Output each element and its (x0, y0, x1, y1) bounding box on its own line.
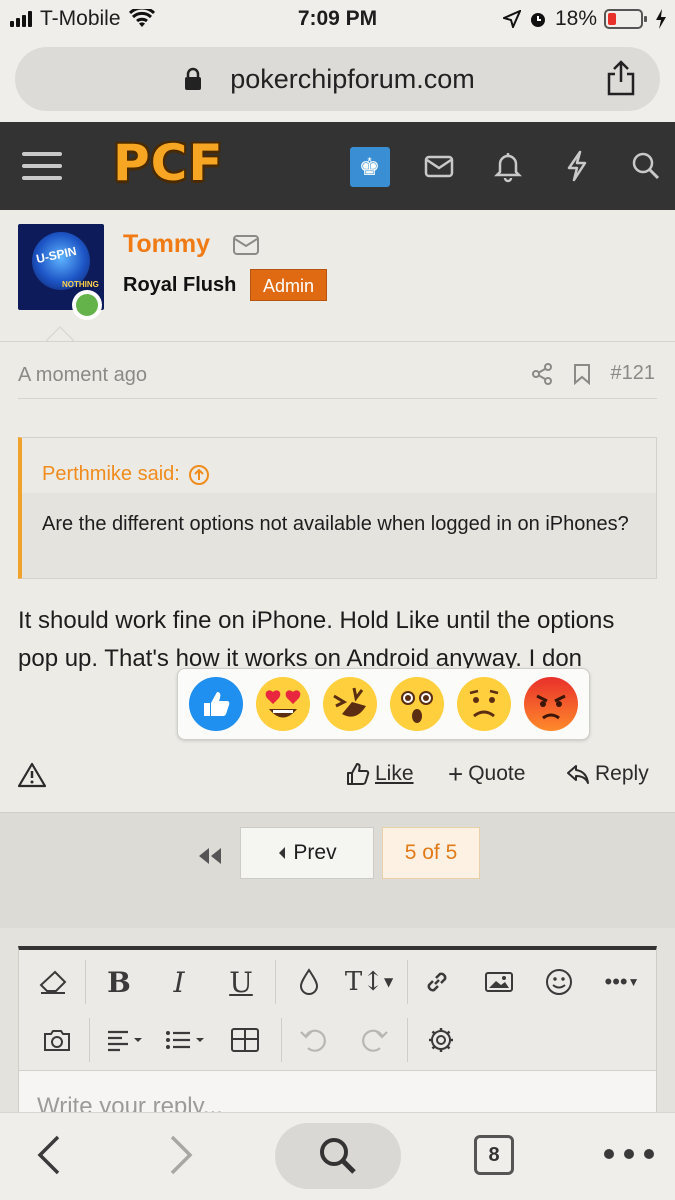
bold-icon[interactable]: B (99, 962, 139, 1002)
location-icon (502, 10, 521, 28)
charging-icon (656, 9, 666, 29)
reply-label[interactable]: Reply (595, 762, 649, 786)
sad-reaction-icon[interactable] (456, 676, 512, 732)
divider (0, 341, 675, 342)
haha-reaction-icon[interactable] (322, 676, 378, 732)
angry-reaction-icon[interactable] (523, 676, 579, 732)
reply-button[interactable]: Reply (566, 762, 649, 786)
like-label[interactable]: Like (375, 762, 414, 786)
post-body: It should work fine on iPhone. Hold Like… (18, 607, 615, 672)
status-bar: T-Mobile 7:09 PM 18% (0, 0, 675, 40)
quote-text: Are the different options not available … (42, 513, 629, 535)
like-reaction-icon[interactable] (188, 676, 244, 732)
mail-icon[interactable] (424, 147, 454, 185)
quote-header[interactable]: Perthmike said: (22, 438, 656, 493)
reaction-picker (177, 668, 590, 740)
reply-icon (567, 765, 589, 784)
share-icon[interactable] (531, 362, 553, 385)
pagination: Prev 5 of 5 (0, 813, 675, 928)
forward-icon[interactable] (166, 1131, 196, 1179)
search-button[interactable] (275, 1123, 401, 1189)
menu-icon[interactable] (22, 148, 62, 184)
back-icon[interactable] (34, 1131, 64, 1179)
align-icon[interactable] (101, 1020, 151, 1060)
post-number[interactable]: #121 (611, 362, 656, 385)
bell-icon[interactable] (493, 147, 522, 185)
wow-reaction-icon[interactable] (389, 676, 445, 732)
address-bar[interactable]: pokerchipforum.com (15, 47, 660, 111)
quote-author[interactable]: Perthmike said: (42, 463, 180, 486)
browser-address-area: pokerchipforum.com (0, 40, 675, 122)
plus-icon: + (448, 759, 464, 789)
status-right: 18% (502, 7, 667, 31)
bolt-icon[interactable] (565, 147, 589, 185)
color-drop-icon[interactable] (289, 962, 329, 1002)
image-icon[interactable] (479, 962, 519, 1002)
tabs-button[interactable]: 8 (474, 1135, 514, 1175)
user-avatar-icon[interactable]: ♚ (349, 147, 390, 187)
admin-badge: Admin (250, 269, 328, 301)
current-page[interactable]: 5 of 5 (382, 827, 480, 879)
list-icon[interactable] (161, 1020, 211, 1060)
battery-percent: 18% (554, 7, 597, 30)
site-logo[interactable]: PCF (113, 134, 224, 192)
prev-label[interactable]: Prev (293, 841, 336, 865)
text-size-icon[interactable]: T↕ ▼ (341, 962, 397, 1002)
bookmark-icon[interactable] (573, 363, 591, 385)
quote-button[interactable]: + Quote (448, 759, 525, 789)
quote-block: Perthmike said: Are the different option… (18, 437, 657, 579)
browser-toolbar: 8 (0, 1112, 675, 1200)
share-icon[interactable] (606, 60, 636, 96)
redo-icon[interactable] (355, 1020, 395, 1060)
italic-icon[interactable]: I (159, 962, 199, 1002)
post-meta-actions: #121 (531, 362, 656, 385)
table-icon[interactable] (225, 1020, 265, 1060)
first-page-icon[interactable] (197, 847, 223, 865)
online-status-icon (72, 290, 102, 320)
love-reaction-icon[interactable] (255, 676, 311, 732)
avatar-pointer (46, 326, 74, 341)
header-icons: ♚ (335, 147, 675, 187)
eraser-icon[interactable] (33, 962, 73, 1002)
underline-icon[interactable]: U (221, 962, 261, 1002)
quote-label[interactable]: Quote (468, 762, 525, 786)
post-timestamp[interactable]: A moment ago (18, 364, 147, 387)
more-icon[interactable] (602, 1147, 656, 1161)
toolbar-row-2 (19, 1012, 656, 1068)
post-username[interactable]: Tommy (123, 230, 210, 259)
undo-icon[interactable] (293, 1020, 333, 1060)
prev-page-button[interactable]: Prev (240, 827, 374, 879)
more-options-icon[interactable]: ••• ▼ (597, 962, 647, 1002)
settings-icon[interactable] (421, 1020, 461, 1060)
camera-icon[interactable] (37, 1020, 77, 1060)
site-header: PCF ♚ (0, 122, 675, 210)
search-icon (320, 1138, 356, 1174)
thumbs-up-icon (347, 763, 370, 785)
post-actions: Like + Quote Reply (18, 758, 658, 792)
user-title: Royal Flush (123, 274, 237, 296)
emoji-icon[interactable] (539, 962, 579, 1002)
alarm-icon (530, 13, 545, 27)
url-text[interactable]: pokerchipforum.com (15, 64, 660, 95)
avatar-subtext: NOTHING (62, 280, 99, 289)
toolbar-row-1: B I U T↕ ▼ ••• ▼ (19, 954, 656, 1010)
chevron-left-icon (279, 847, 286, 859)
search-icon[interactable] (631, 147, 661, 185)
report-icon[interactable] (18, 762, 46, 788)
divider (18, 398, 657, 399)
battery-icon (604, 9, 647, 29)
arrow-up-circle-icon[interactable] (188, 464, 210, 486)
like-button[interactable]: Like (346, 762, 414, 786)
mail-icon[interactable] (232, 234, 260, 256)
link-icon[interactable] (417, 962, 457, 1002)
